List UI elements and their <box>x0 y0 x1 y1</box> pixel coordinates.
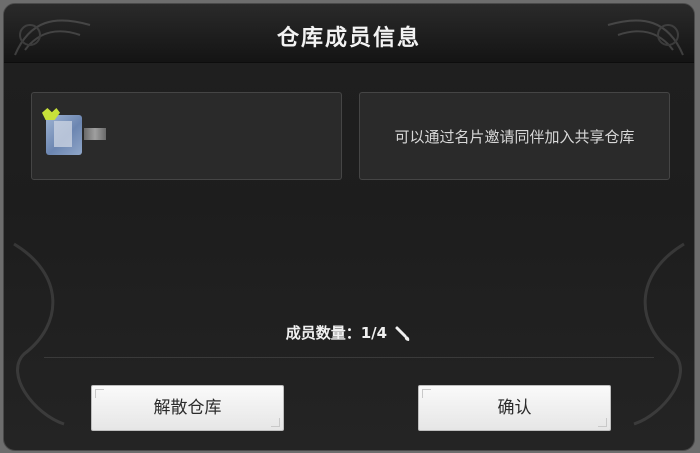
ornament-right-icon <box>607 19 684 56</box>
invite-slot[interactable]: 可以通过名片邀请同伴加入共享仓库 <box>359 92 670 180</box>
edit-brush-icon[interactable] <box>394 325 412 343</box>
member-name <box>84 128 106 140</box>
member-count-value: 1/4 <box>360 324 388 342</box>
dialog-header: 仓库成员信息 <box>4 4 694 63</box>
dissolve-warehouse-button[interactable]: 解散仓库 <box>91 385 284 431</box>
divider <box>44 357 654 358</box>
member-slot[interactable] <box>31 92 342 180</box>
warehouse-members-dialog: 仓库成员信息 可以通过名片邀请同伴加入共享仓库 成员数量：1/4 解散仓库 确认 <box>3 3 695 451</box>
invite-hint: 可以通过名片邀请同伴加入共享仓库 <box>394 128 635 146</box>
dialog-title: 仓库成员信息 <box>276 26 421 51</box>
member-count-row: 成员数量：1/4 <box>4 322 694 343</box>
member-count-label: 成员数量： <box>285 324 361 342</box>
confirm-button[interactable]: 确认 <box>418 385 611 431</box>
avatar-portrait <box>54 121 72 147</box>
avatar-icon <box>46 115 82 155</box>
